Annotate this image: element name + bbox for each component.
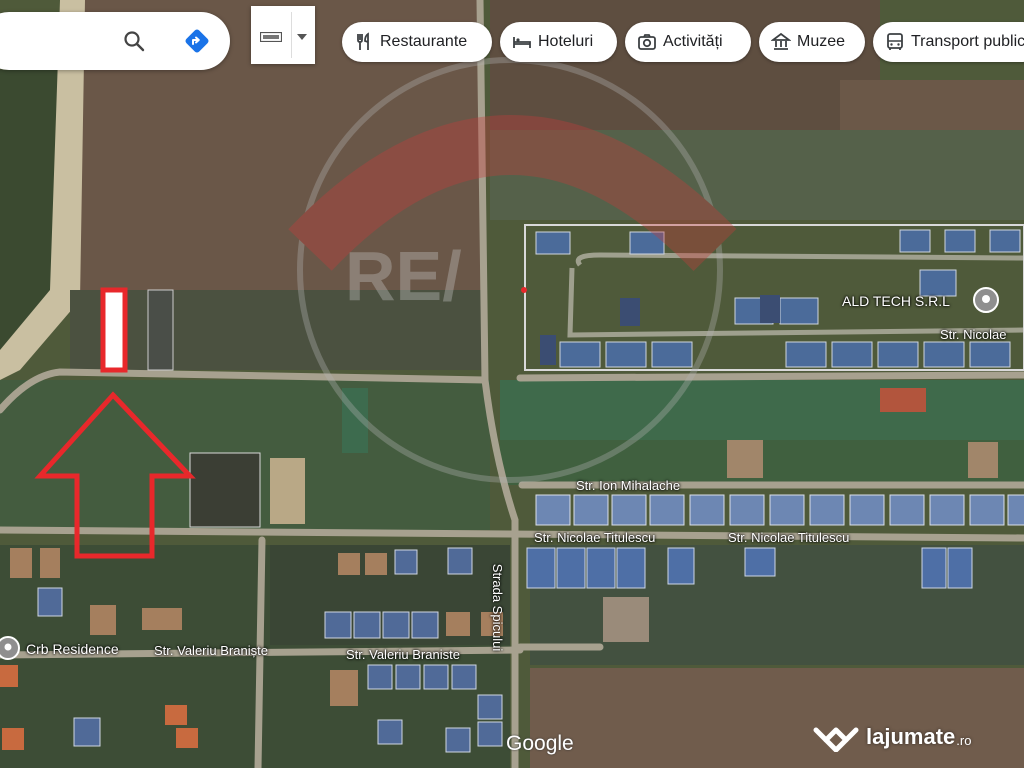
chip-label: Muzee bbox=[797, 33, 846, 50]
chevron-down-icon[interactable] bbox=[297, 34, 307, 40]
chip-muzee[interactable]: Muzee bbox=[759, 22, 865, 62]
svg-text:RE/: RE/ bbox=[345, 237, 462, 315]
museum-icon bbox=[771, 32, 791, 50]
street-label-ion-mihalache: Str. Ion Mihalache bbox=[576, 478, 681, 493]
poi-label-crb-residence[interactable]: Crb Residence bbox=[26, 641, 119, 657]
street-label-valeriu-braniste: Str. Valeriu Braniste bbox=[346, 647, 460, 662]
bus-icon bbox=[887, 33, 903, 50]
camera-icon bbox=[638, 34, 656, 50]
fork-knife-icon bbox=[357, 32, 369, 50]
search-box[interactable] bbox=[0, 12, 230, 70]
ald-tech-pin-icon[interactable] bbox=[973, 287, 999, 313]
crb-residence-pin-icon[interactable] bbox=[0, 636, 20, 660]
map-layers-button[interactable] bbox=[251, 6, 315, 64]
lajumate-tld: .ro bbox=[956, 732, 972, 748]
bed-icon bbox=[513, 37, 531, 48]
lajumate-text: lajumate bbox=[866, 724, 956, 749]
street-label-nicolae-titulescu: Str. Nicolae Titulescu bbox=[534, 530, 656, 545]
search-input[interactable] bbox=[4, 26, 108, 56]
chip-label: Activități bbox=[663, 33, 723, 50]
chip-label: Restaurante bbox=[380, 33, 468, 50]
chip-label: Hoteluri bbox=[538, 33, 594, 50]
street-label-nicolae-top: Str. Nicolae bbox=[940, 327, 1007, 342]
poi-label-ald-tech[interactable]: ALD TECH S.R.L bbox=[842, 293, 950, 309]
google-logo: Google bbox=[506, 732, 574, 755]
street-label-valeriu-braniste: Str. Valeriu Braniște bbox=[154, 643, 268, 658]
chip-label: Transport public bbox=[911, 33, 1024, 50]
heart-hands-icon bbox=[813, 727, 859, 752]
lajumate-watermark: lajumate .ro bbox=[812, 722, 971, 752]
directions-icon[interactable] bbox=[184, 28, 210, 54]
search-icon[interactable] bbox=[122, 29, 146, 53]
lot-marker bbox=[100, 287, 128, 373]
street-label-nicolae-titulescu: Str. Nicolae Titulescu bbox=[728, 530, 850, 545]
keyboard-icon bbox=[260, 32, 282, 42]
chip-activitati[interactable]: Activități bbox=[625, 22, 751, 62]
street-label-strada-spicului: Strada Spicului bbox=[490, 563, 506, 652]
chip-transport-public[interactable]: Transport public bbox=[873, 22, 1024, 62]
chip-hoteluri[interactable]: Hoteluri bbox=[500, 22, 617, 62]
chip-restaurante[interactable]: Restaurante bbox=[342, 22, 492, 62]
